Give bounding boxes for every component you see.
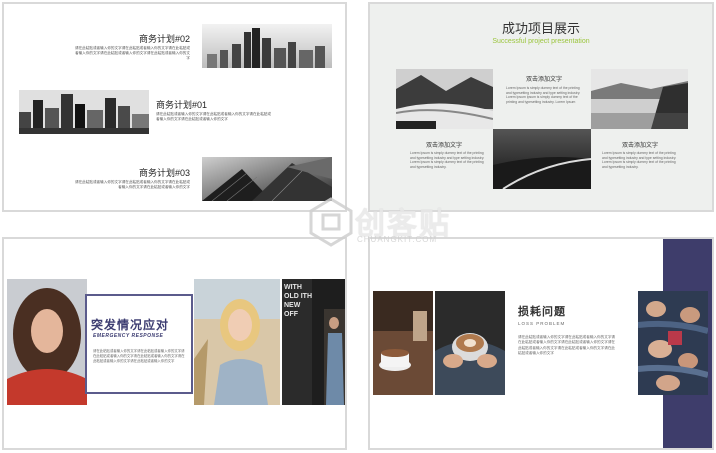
slide-subtitle: Successful project presentation bbox=[492, 38, 590, 45]
watermark-logo-icon bbox=[309, 197, 353, 247]
loss-title: 损耗问题 bbox=[518, 306, 566, 318]
plan-01-text: 请在此粘贴或者输入你的文字请在此粘贴或者输入你的文字请在此粘贴或者输入你的文字请… bbox=[156, 112, 271, 121]
latte-hands-photo bbox=[435, 291, 505, 395]
block-1-text: Lorem Ipsum is simply dummy text of the … bbox=[506, 86, 581, 104]
loss-text: 请在此粘贴或者输入你的文字请在此粘贴或者输入你的文字请在此粘贴或者输入你的文字请… bbox=[518, 335, 616, 356]
plan-03-title: 商务计划#03 bbox=[138, 168, 190, 178]
block-2-text: Lorem Ipsum is simply dummy text of the … bbox=[410, 151, 485, 169]
emergency-subtitle: EMERGENCY RESPONSE bbox=[93, 333, 164, 339]
city-skyline-photo bbox=[202, 24, 332, 68]
block-2-heading: 双击添加文字 bbox=[425, 143, 462, 149]
group-people-photo bbox=[638, 291, 708, 395]
slide-business-plans[interactable]: 商务计划#02 请在此粘贴或者输入你的文字请在此粘贴或者输入你的文字请在此粘贴或… bbox=[2, 2, 347, 212]
road-landscape-photo bbox=[493, 129, 591, 189]
watermark-url: CHUANGKIT.COM bbox=[357, 235, 438, 244]
loss-subtitle: LOSS PROBLEM bbox=[518, 321, 566, 326]
block-3-heading: 双击添加文字 bbox=[621, 143, 658, 149]
plan-01-title: 商务计划#01 bbox=[156, 100, 208, 110]
blonde-woman-photo bbox=[194, 279, 280, 405]
sign-text: WITH OLD ITH NEW OFF bbox=[284, 284, 312, 318]
plan-03-text: 请在此粘贴或者输入你的文字请在此粘贴或者输入你的文字请在此粘贴或者输入你的文字请… bbox=[75, 180, 190, 189]
lake-mountain-photo bbox=[396, 69, 493, 129]
emergency-text: 请在此粘贴或者输入你的文字请在此粘贴或者输入你的文字请在此粘贴或者输入你的文字请… bbox=[93, 349, 185, 363]
block-1-heading: 双击添加文字 bbox=[525, 77, 562, 83]
emergency-text-frame bbox=[85, 294, 193, 394]
river-valley-photo bbox=[591, 69, 688, 129]
chuangkit-watermark: 创客贴 CHUANGKIT.COM bbox=[305, 193, 475, 255]
slide-emergency-response[interactable]: 突发情况应对 EMERGENCY RESPONSE 请在此粘贴或者输入你的文字请… bbox=[2, 237, 347, 450]
block-3-text: Lorem Ipsum is simply dummy text of the … bbox=[602, 151, 677, 169]
plan-02-title: 商务计划#02 bbox=[138, 34, 190, 44]
street-sign-photo: WITH OLD ITH NEW OFF bbox=[282, 279, 345, 405]
emergency-title: 突发情况应对 bbox=[91, 318, 170, 332]
city-buildings-photo bbox=[19, 90, 149, 134]
slide-loss-problem[interactable]: 损耗问题 LOSS PROBLEM 请在此粘贴或者输入你的文字请在此粘贴或者输入… bbox=[368, 237, 714, 450]
curly-hair-woman-photo bbox=[7, 279, 87, 405]
plan-02-text: 请在此粘贴或者输入你的文字请在此粘贴或者输入你的文字请在此粘贴或者输入你的文字请… bbox=[75, 46, 190, 60]
slide-title: 成功项目展示 bbox=[501, 21, 580, 36]
slide-successful-projects[interactable]: 成功项目展示 Successful project presentation 双… bbox=[368, 2, 714, 212]
coffee-cups-photo bbox=[373, 291, 433, 395]
